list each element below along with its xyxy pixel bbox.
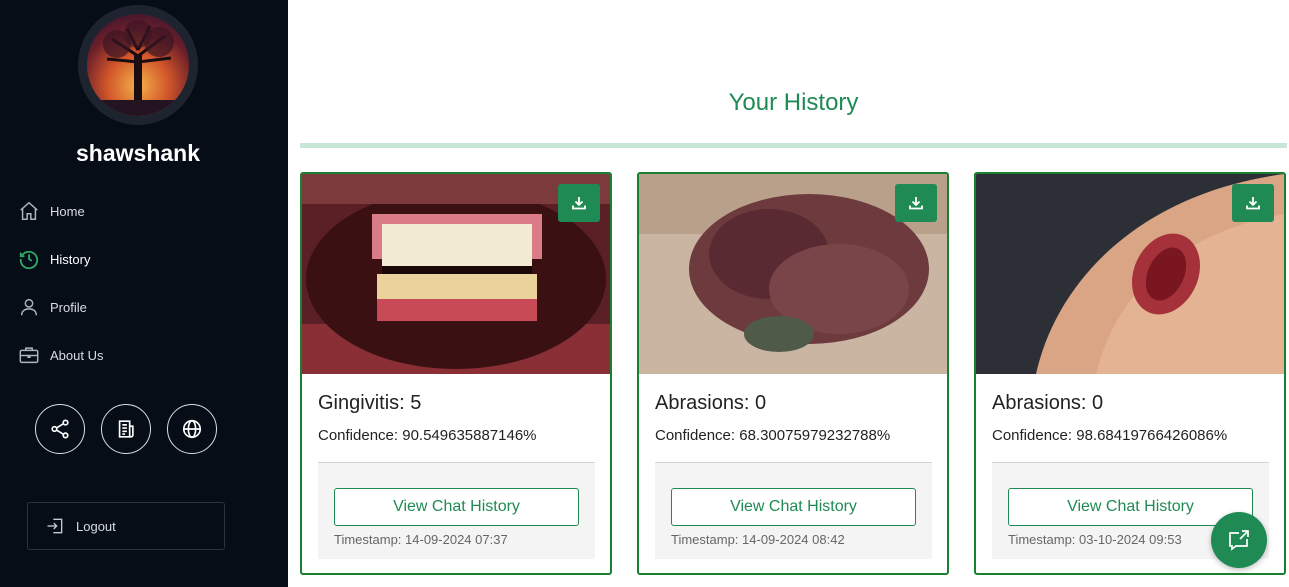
download-button[interactable] (895, 184, 937, 222)
page-title: Your History (728, 89, 859, 116)
news-button[interactable] (101, 404, 151, 454)
logout-icon (47, 518, 63, 534)
nav-label-history: History (50, 251, 91, 267)
card-title: Abrasions: 0 (992, 392, 1104, 414)
nav-label-home: Home (50, 203, 85, 219)
card-confidence: Confidence: 90.549635887146% (318, 427, 537, 444)
view-chat-history-button[interactable]: View Chat History (334, 488, 579, 526)
news-icon (118, 420, 134, 438)
nav-item-home[interactable]: Home (18, 197, 85, 225)
nav-item-about-us[interactable]: About Us (18, 341, 103, 369)
card-title: Abrasions: 0 (655, 392, 767, 414)
share-button[interactable] (35, 404, 85, 454)
nav-item-profile[interactable]: Profile (18, 293, 87, 321)
nav-label-profile: Profile (50, 299, 87, 315)
download-button[interactable] (558, 184, 600, 222)
chat-share-icon (1229, 530, 1249, 551)
history-card: Gingivitis: 5 Confidence: 90.54963588714… (300, 172, 612, 575)
sidebar: shawshank Home History Profile About Us … (0, 0, 288, 587)
title-divider (300, 143, 1287, 148)
history-card: Abrasions: 0 Confidence: 68.300759792327… (637, 172, 949, 575)
view-chat-history-button[interactable]: View Chat History (1008, 488, 1253, 526)
globe-icon (182, 419, 202, 439)
user-icon (20, 298, 38, 316)
diagnosis-image (302, 174, 610, 374)
logout-label: Logout (76, 518, 116, 534)
download-icon (572, 197, 586, 210)
nav-label-about-us: About Us (50, 347, 104, 363)
home-icon (20, 201, 38, 220)
history-icon (19, 250, 39, 270)
chat-fab-button[interactable] (1211, 512, 1267, 568)
card-confidence: Confidence: 98.68419766426086% (992, 427, 1228, 444)
logout-button[interactable]: Logout (27, 502, 225, 550)
nav-item-history[interactable]: History (18, 245, 90, 273)
username: shawshank (76, 140, 200, 166)
card-confidence: Confidence: 68.30075979232788% (655, 427, 891, 444)
card-title: Gingivitis: 5 (318, 392, 422, 414)
card-timestamp: Timestamp: 14-09-2024 08:42 (671, 532, 845, 547)
download-icon (909, 197, 923, 210)
avatar-image (87, 14, 189, 116)
card-footer: View Chat History Timestamp: 14-09-2024 … (655, 462, 932, 559)
card-timestamp: Timestamp: 14-09-2024 07:37 (334, 532, 508, 547)
globe-button[interactable] (167, 404, 217, 454)
diagnosis-image (976, 174, 1284, 374)
card-timestamp: Timestamp: 03-10-2024 09:53 (1008, 532, 1182, 547)
view-chat-history-button[interactable]: View Chat History (671, 488, 916, 526)
diagnosis-image (639, 174, 947, 374)
avatar[interactable] (78, 5, 198, 125)
card-footer: View Chat History Timestamp: 14-09-2024 … (318, 462, 595, 559)
briefcase-icon (19, 347, 39, 364)
download-button[interactable] (1232, 184, 1274, 222)
share-icon (51, 419, 69, 439)
download-icon (1246, 197, 1260, 210)
